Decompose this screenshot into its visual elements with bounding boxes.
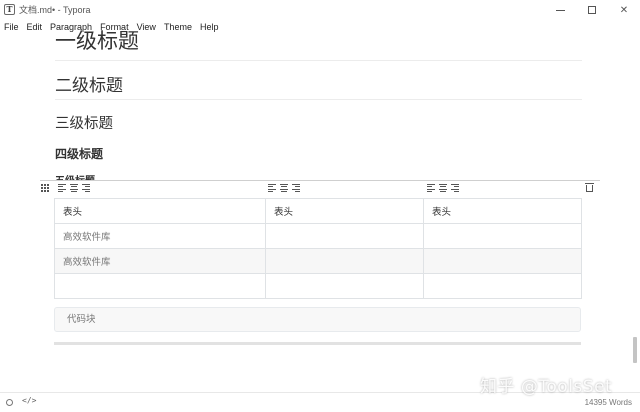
align-right-icon[interactable] xyxy=(82,184,90,192)
table-toolbar xyxy=(40,180,600,192)
table-header-cell[interactable]: 表头 xyxy=(54,198,266,224)
zhihu-watermark: 知乎 @ToolsSet xyxy=(480,377,613,397)
align-right-icon[interactable] xyxy=(292,184,300,192)
maximize-icon xyxy=(588,6,596,14)
maximize-button[interactable] xyxy=(576,0,608,20)
heading-4[interactable]: 四级标题 xyxy=(55,145,103,162)
table-cell[interactable] xyxy=(265,223,424,249)
code-block[interactable]: 代码块 xyxy=(54,307,581,332)
heading-1-underline xyxy=(55,60,582,61)
table-cell[interactable] xyxy=(265,248,424,274)
table-resize-grid-icon[interactable] xyxy=(41,184,49,192)
editor-area[interactable]: 一级标题 二级标题 三级标题 四级标题 五级标题 表头 表头 xyxy=(0,28,628,392)
table-cell[interactable] xyxy=(423,273,582,299)
vertical-scrollbar-thumb[interactable] xyxy=(633,337,637,363)
table-header-cell[interactable]: 表头 xyxy=(423,198,582,224)
outline-toggle-icon[interactable] xyxy=(6,399,13,406)
horizontal-rule xyxy=(54,342,581,345)
window-title: 文档.md• - Typora xyxy=(19,5,91,15)
align-center-icon[interactable] xyxy=(280,184,288,192)
align-center-icon[interactable] xyxy=(70,184,78,192)
table-cell[interactable] xyxy=(423,248,582,274)
minimize-button[interactable] xyxy=(544,0,576,20)
table-cell[interactable] xyxy=(423,223,582,249)
table-cell[interactable] xyxy=(265,273,424,299)
heading-2[interactable]: 二级标题 xyxy=(55,71,123,96)
close-button[interactable]: ✕ xyxy=(608,0,640,20)
heading-1[interactable]: 一级标题 xyxy=(55,28,139,54)
table-cell[interactable]: 高效软件库 xyxy=(54,223,266,249)
close-icon: ✕ xyxy=(619,4,629,16)
align-center-icon[interactable] xyxy=(439,184,447,192)
table-row: 高效软件库 xyxy=(54,223,582,249)
align-right-icon[interactable] xyxy=(451,184,459,192)
table-cell[interactable]: 高效软件库 xyxy=(54,248,266,274)
table-header-cell[interactable]: 表头 xyxy=(265,198,424,224)
heading-5[interactable]: 五级标题 xyxy=(55,172,95,180)
align-left-icon[interactable] xyxy=(427,184,435,192)
source-code-mode-icon[interactable]: </> xyxy=(22,396,36,405)
delete-table-trash-icon[interactable] xyxy=(585,183,594,192)
align-left-icon[interactable] xyxy=(268,184,276,192)
heading-3[interactable]: 三级标题 xyxy=(55,112,113,133)
col2-align-group xyxy=(268,184,300,192)
title-bar: T 文档.md• - Typora ✕ xyxy=(0,0,640,20)
heading-2-underline xyxy=(55,99,582,100)
markdown-table: 表头 表头 表头 高效软件库 高效软件库 xyxy=(54,198,582,299)
table-header-row: 表头 表头 表头 xyxy=(54,198,582,224)
table-cell[interactable] xyxy=(54,273,266,299)
align-left-icon[interactable] xyxy=(58,184,66,192)
typora-app-icon: T xyxy=(4,4,15,15)
col3-align-group xyxy=(427,184,459,192)
col1-align-group xyxy=(58,184,90,192)
table-row: 高效软件库 xyxy=(54,248,582,274)
word-count[interactable]: 14395 Words xyxy=(585,398,632,407)
table-row xyxy=(54,273,582,299)
minimize-icon xyxy=(555,9,565,11)
